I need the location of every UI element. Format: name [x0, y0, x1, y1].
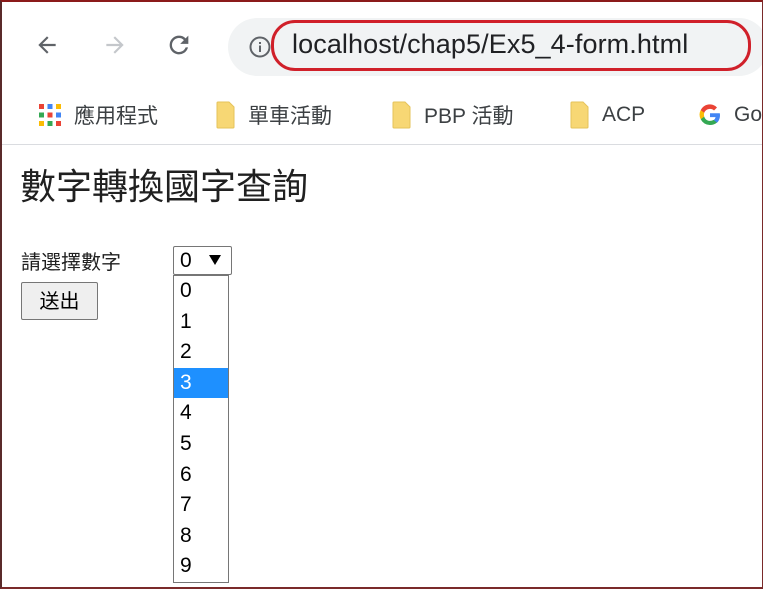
select-option[interactable]: 8 [174, 521, 228, 552]
number-select[interactable]: 0 [173, 246, 232, 275]
submit-button[interactable]: 送出 [21, 282, 98, 320]
select-option[interactable]: 1 [174, 307, 228, 338]
page-title: 數字轉換國字查詢 [20, 167, 309, 208]
bookmark-label: ACP [602, 103, 646, 126]
apps-grid-icon [39, 104, 61, 126]
forward-button[interactable] [100, 30, 130, 60]
bookmark-apps[interactable]: 應用程式 [38, 98, 158, 132]
arrow-right-icon [106, 36, 124, 54]
arrow-left-icon [38, 36, 56, 54]
select-option[interactable]: 0 [174, 276, 228, 307]
reload-button[interactable] [164, 30, 194, 60]
folder-icon [392, 101, 411, 129]
info-icon[interactable] [248, 35, 272, 59]
folder-icon [216, 101, 235, 129]
select-label: 請選擇數字 [21, 250, 121, 274]
bookmark-google[interactable]: Go [698, 98, 762, 132]
bookmark-label: 應用程式 [74, 105, 158, 128]
select-dropdown-list: 0 1 2 3 4 5 6 7 8 9 [173, 275, 229, 583]
back-button[interactable] [32, 30, 62, 60]
select-option-highlighted[interactable]: 3 [174, 367, 228, 399]
dropdown-arrow-icon [209, 255, 221, 265]
select-option[interactable]: 4 [174, 398, 228, 429]
google-icon [699, 104, 720, 126]
select-option[interactable]: 9 [174, 551, 228, 582]
bookmark-folder-acp[interactable]: ACP [570, 98, 645, 132]
browser-toolbar: localhost/chap5/Ex5_4-form.html [2, 2, 763, 88]
bookmarks-bar: 應用程式 單車活動 PBP 活動 ACP Go [2, 88, 762, 144]
select-option[interactable]: 6 [174, 460, 228, 491]
bookmark-label: 單車活動 [248, 105, 332, 128]
address-bar[interactable]: localhost/chap5/Ex5_4-form.html [228, 18, 763, 76]
select-option[interactable]: 2 [174, 337, 228, 368]
select-value: 0 [180, 249, 192, 272]
bookmark-folder-cycling[interactable]: 單車活動 [216, 98, 332, 132]
folder-icon [570, 101, 589, 129]
bookmark-label: Go [734, 103, 763, 126]
bookmark-folder-pbp[interactable]: PBP 活動 [392, 98, 513, 132]
bookmark-label: PBP 活動 [424, 105, 514, 128]
select-option[interactable]: 7 [174, 490, 228, 521]
url-text[interactable]: localhost/chap5/Ex5_4-form.html [292, 29, 688, 60]
reload-icon [169, 35, 189, 55]
toolbar-divider [2, 144, 762, 145]
select-option[interactable]: 5 [174, 429, 228, 460]
